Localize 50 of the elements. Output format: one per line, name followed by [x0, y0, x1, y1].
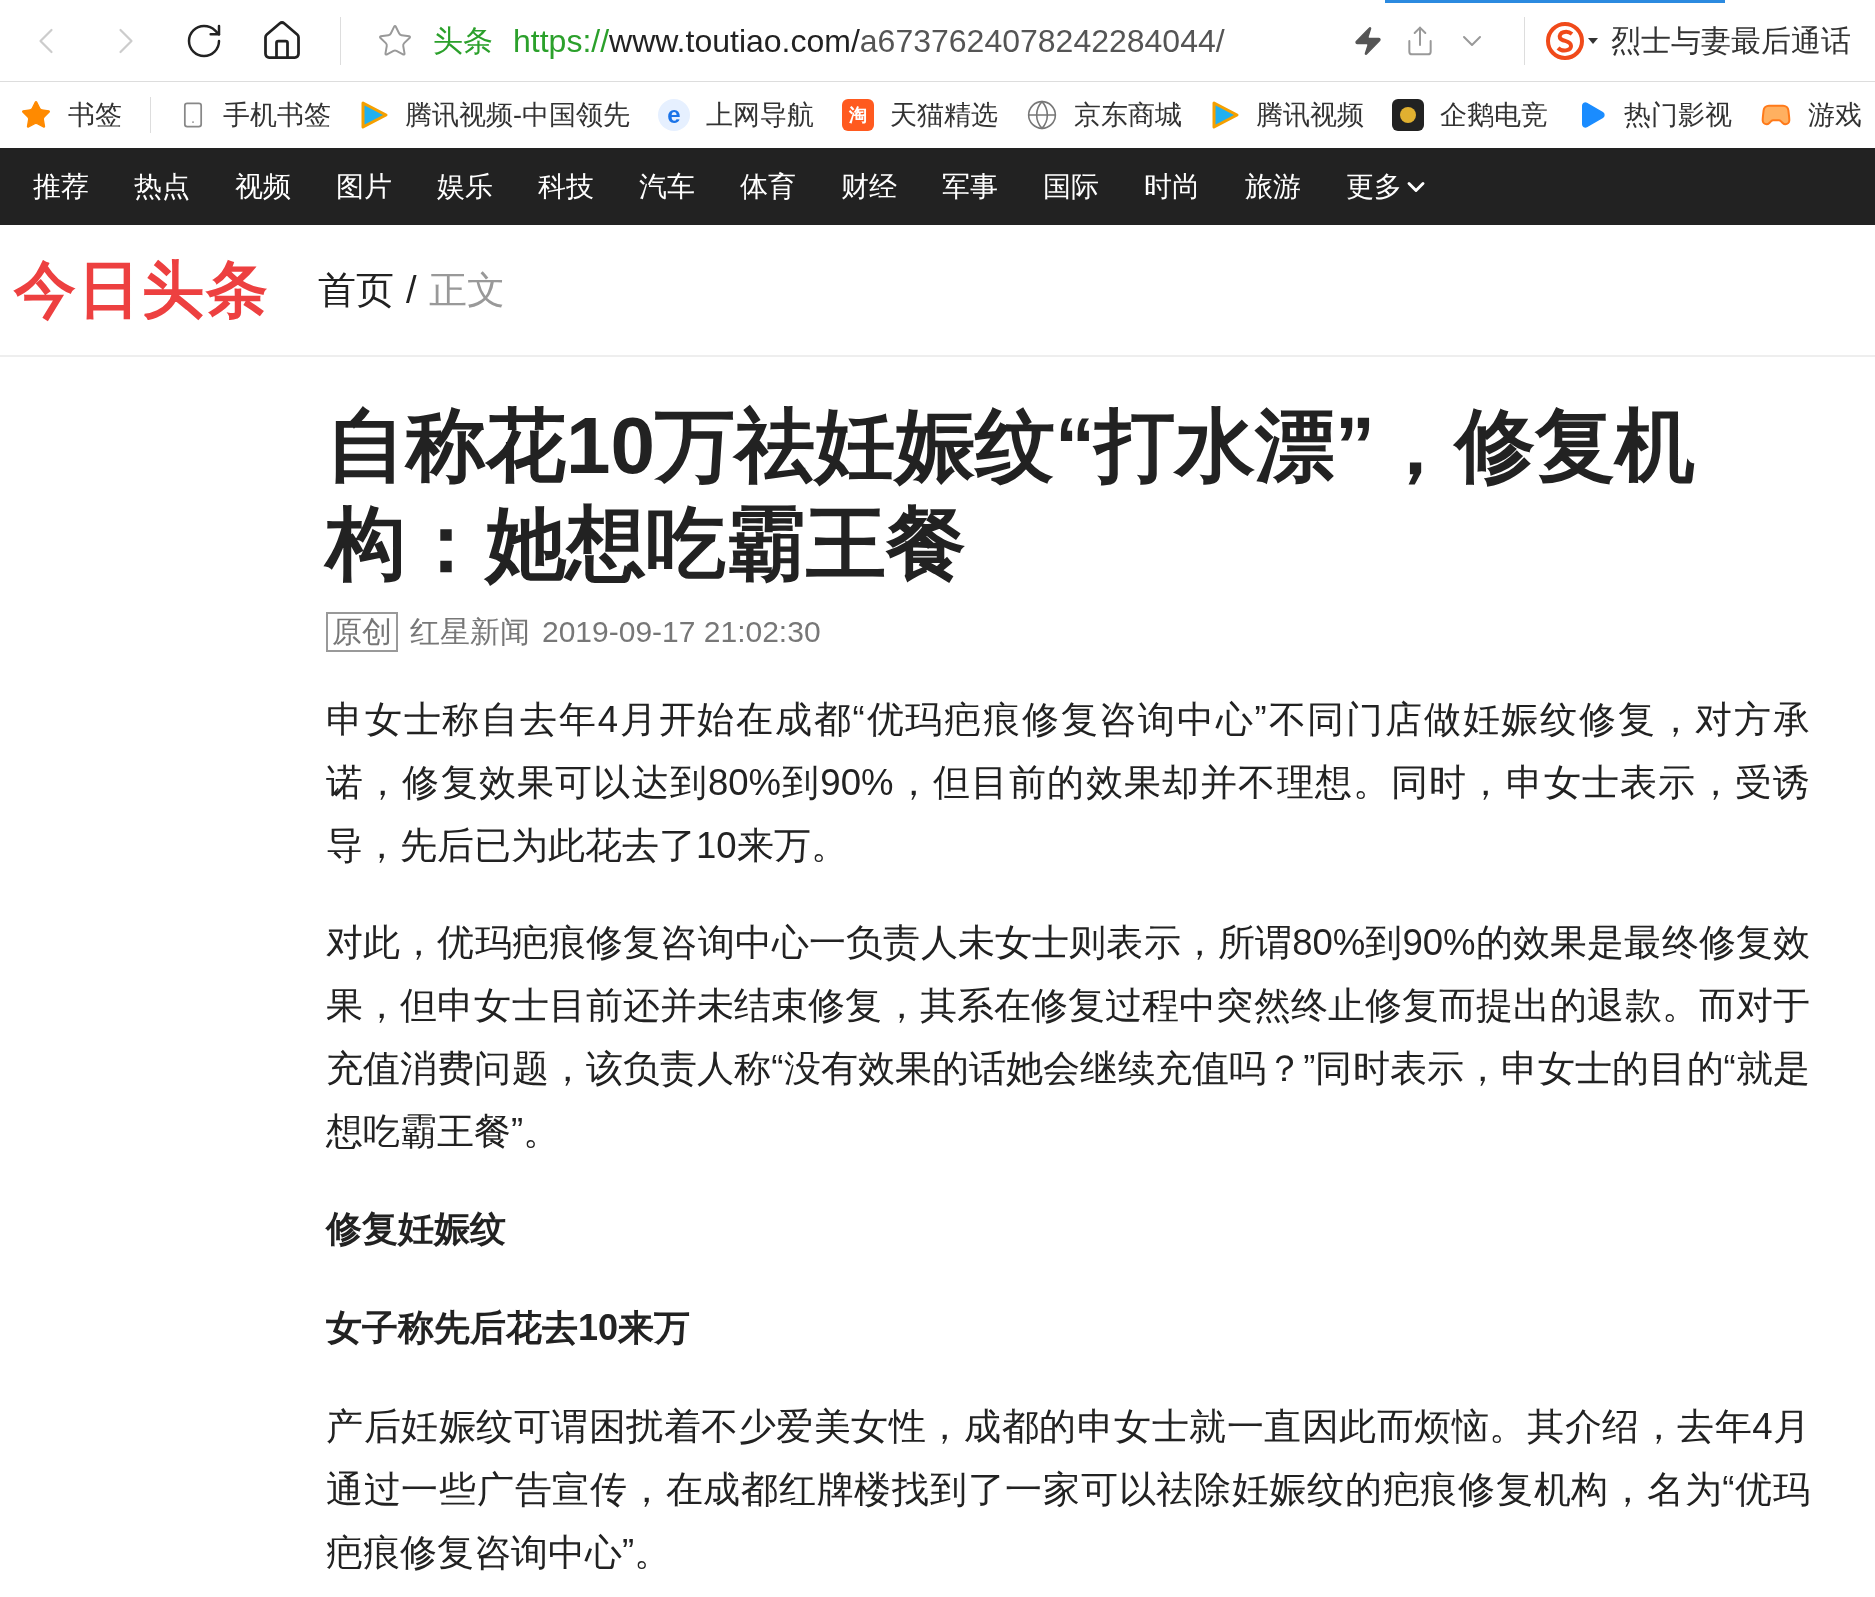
address-bar[interactable]: 头条 https://www.toutiao.com/a6737624078242284044/	[377, 16, 1488, 65]
search-engine-icon[interactable]	[1545, 20, 1599, 61]
bookmark-item[interactable]: 企鹅电竞	[1392, 94, 1548, 136]
nav-link[interactable]: 旅游	[1245, 165, 1301, 208]
nav-link[interactable]: 军事	[942, 165, 998, 208]
nav-link[interactable]: 科技	[538, 165, 594, 208]
site-logo[interactable]: 今日头条	[14, 259, 270, 321]
emblem-icon	[1392, 99, 1424, 131]
nav-link[interactable]: 图片	[336, 165, 392, 208]
play-icon	[359, 100, 389, 130]
article-source: 红星新闻	[410, 614, 530, 650]
nav-link[interactable]: 视频	[235, 165, 291, 208]
article-title: 自称花10万祛妊娠纹“打水漂”，修复机构：她想吃霸王餐	[326, 400, 1696, 590]
bookmark-item[interactable]: 书签	[20, 94, 122, 136]
search-suggestion[interactable]: 烈士与妻最后通话	[1611, 18, 1851, 63]
bookmark-item[interactable]: e 上网导航	[658, 94, 814, 136]
browser-icon: e	[658, 99, 690, 131]
original-tag: 原创	[326, 611, 398, 652]
publish-time: 2019-09-17 21:02:30	[542, 614, 821, 650]
article-paragraph: 对此，优玛疤痕修复咨询中心一负责人未女士则表示，所谓80%到90%的效果是最终修复效果，但申女士目前还并未结束修复，其系在修复过程中突然终止修复而提出的退款。而对于充值消费问题，该负责人称“没有效果的话她会继续充值吗？”同时表示，申女士的目的“就是想吃霸王餐”。	[326, 921, 1810, 1154]
bookmark-star-icon	[377, 22, 413, 59]
nav-link[interactable]: 财经	[841, 165, 897, 208]
star-icon	[20, 99, 52, 131]
site-label: 头条	[433, 23, 493, 59]
bookmark-item[interactable]: 腾讯视频	[1210, 94, 1364, 136]
lightning-icon[interactable]	[1352, 24, 1384, 57]
nav-link[interactable]: 推荐	[33, 165, 89, 208]
globe-icon	[1026, 99, 1058, 131]
section-heading: 女子称先后花去10来万	[326, 1306, 692, 1350]
url-text: https://www.toutiao.com/a6737624078242284044/	[513, 21, 1225, 61]
nav-link[interactable]: 国际	[1043, 165, 1099, 208]
nav-link[interactable]: 娱乐	[437, 165, 493, 208]
bookmark-item[interactable]: 腾讯视频-中国领先	[359, 94, 630, 136]
section-heading: 修复妊娠纹	[326, 1207, 507, 1251]
bookmark-item[interactable]: 游戏	[1760, 94, 1862, 136]
article-paragraph: 产后妊娠纹可谓困扰着不少爱美女性，成都的申女士就一直因此而烦恼。其介绍，去年4月通过一些广告宣传，在成都红牌楼找到了一家可以祛除妊娠纹的疤痕修复机构，名为“优玛疤痕修复咨询中心”。	[326, 1405, 1810, 1575]
article-paragraph: 申女士称自去年4月开始在成都“优玛疤痕修复咨询中心”不同门店做妊娠纹修复，对方承诺，修复效果可以达到80%到90%，但目前的效果却并不理想。同时，申女士表示，受诱导，先后已为此花去了10来万。	[326, 698, 1810, 868]
bookmark-item[interactable]: 淘 天猫精选	[842, 94, 998, 136]
bookmark-item[interactable]: 京东商城	[1026, 94, 1182, 136]
nav-link[interactable]: 时尚	[1144, 165, 1200, 208]
nav-link[interactable]: 汽车	[639, 165, 695, 208]
play-icon	[1210, 100, 1240, 130]
nav-link[interactable]: 体育	[740, 165, 796, 208]
breadcrumb-separator: /	[406, 267, 417, 313]
nav-link[interactable]: 热点	[134, 165, 190, 208]
bookmark-item[interactable]: 手机书签	[179, 94, 331, 136]
bookmark-item[interactable]: 热门影视	[1576, 94, 1732, 136]
more-menu[interactable]: 更多	[1346, 165, 1430, 208]
shop-icon: 淘	[842, 99, 874, 131]
breadcrumb-link[interactable]: 首页	[318, 261, 394, 319]
